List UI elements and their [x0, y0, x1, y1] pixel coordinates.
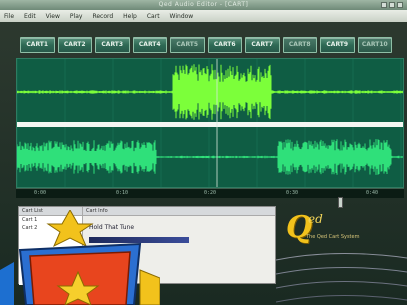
waveform-channel-bottom — [17, 139, 403, 175]
waveform-display[interactable] — [16, 58, 404, 188]
logo-suffix: ed — [308, 212, 323, 226]
cart-button-bar: CART1 CART2 CART3 CART4 CART5 CART6 CART… — [16, 36, 396, 54]
time-label: 0:00 — [34, 190, 47, 196]
scroll-thumb[interactable] — [338, 197, 343, 208]
menu-item-window[interactable]: Window — [170, 13, 194, 20]
window-title: Qed Audio Editor - [CART] — [158, 1, 249, 8]
time-label: 0:40 — [366, 190, 379, 196]
window-controls — [381, 2, 403, 8]
award-badge-icon — [0, 210, 160, 305]
title-bar: Qed Audio Editor - [CART] — [0, 0, 407, 10]
cart-button-2[interactable]: CART2 — [57, 37, 92, 53]
cart-button-6[interactable]: CART6 — [207, 37, 242, 53]
menu-item-record[interactable]: Record — [92, 13, 113, 20]
menu-bar: File Edit View Play Record Help Cart Win… — [0, 10, 407, 22]
minimize-button[interactable] — [381, 2, 387, 8]
menu-item-view[interactable]: View — [46, 13, 60, 20]
time-ruler[interactable]: 0:00 0:10 0:20 0:30 0:40 — [16, 188, 404, 198]
cart-button-10[interactable]: CART10 — [357, 37, 392, 53]
cart-button-7[interactable]: CART7 — [245, 37, 280, 53]
close-button[interactable] — [397, 2, 403, 8]
channel-divider — [17, 122, 403, 127]
cart-button-1[interactable]: CART1 — [20, 37, 55, 53]
cart-button-8[interactable]: CART8 — [282, 37, 317, 53]
time-label: 0:20 — [204, 190, 217, 196]
menu-item-edit[interactable]: Edit — [24, 13, 36, 20]
menu-item-play[interactable]: Play — [70, 13, 83, 20]
cart-button-5[interactable]: CART5 — [170, 37, 205, 53]
cart-button-4[interactable]: CART4 — [132, 37, 167, 53]
decorative-lines — [276, 252, 407, 303]
menu-item-file[interactable]: File — [4, 13, 14, 20]
menu-item-help[interactable]: Help — [123, 13, 137, 20]
maximize-button[interactable] — [389, 2, 395, 8]
application-window: Qed Audio Editor - [CART] File Edit View… — [0, 0, 407, 305]
cart-button-9[interactable]: CART9 — [320, 37, 355, 53]
time-label: 0:10 — [116, 190, 129, 196]
time-label: 0:30 — [286, 190, 299, 196]
cart-button-3[interactable]: CART3 — [95, 37, 130, 53]
menu-item-cart[interactable]: Cart — [147, 13, 160, 20]
waveform-channel-top — [17, 64, 403, 120]
waveform-graphic — [17, 59, 403, 187]
